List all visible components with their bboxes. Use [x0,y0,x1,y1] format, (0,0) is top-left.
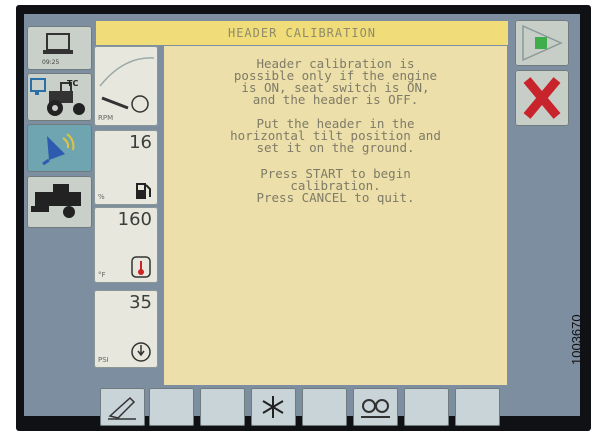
play-triangle-icon [522,24,563,62]
combine-icon [31,184,81,218]
coolant-temp-gauge: 160 °F [94,207,158,283]
figure-reference-id: 1003670 [569,314,584,365]
rpm-unit: RPM [98,114,114,122]
header-tilt-icon [108,396,136,420]
oil-pressure-icon [131,342,151,362]
engine-rpm-gauge: RPM [94,46,158,126]
x-icon [523,77,561,119]
tc-label: TC [67,79,79,88]
combine-header-button[interactable] [27,176,92,228]
softkey-4-asterisk[interactable] [251,388,296,426]
satellite-dish-icon [42,133,75,166]
start-button[interactable] [515,20,569,66]
softkey-bar [96,386,516,430]
wheels-icon [361,399,390,418]
softkey-3[interactable] [200,388,245,426]
message-paragraph-1: Header calibration is possible only if t… [233,56,438,107]
fuel-pump-icon [136,183,151,199]
asterisk-icon [262,396,284,418]
coolant-unit: °F [98,271,106,279]
message-paragraph-2: Put the header in the horizontal tilt po… [230,116,441,155]
oil-pressure-value: 35 [129,292,152,313]
gps-button[interactable] [27,124,92,172]
tractor-tc-button[interactable]: TC [27,73,92,121]
tractor-icon [30,78,85,116]
clock-time: 09:25 [42,59,60,66]
softkey-7[interactable] [404,388,449,426]
softkey-6-wheels[interactable] [353,388,398,426]
cancel-button[interactable] [515,70,569,126]
fuel-value: 16 [129,132,152,153]
softkey-8[interactable] [455,388,500,426]
oil-pressure-unit: PSI [98,356,109,364]
softkey-2[interactable] [149,388,194,426]
softkey-5[interactable] [302,388,347,426]
coolant-value: 160 [117,209,152,230]
fuel-gauge: 16 % [94,130,158,205]
coolant-temperature-icon [131,256,151,278]
message-panel: Header calibration is possible only if t… [164,46,507,385]
softkey-1-header-tilt[interactable] [100,388,145,426]
monitor-icon [43,33,73,54]
oil-pressure-gauge: 35 PSI [94,290,158,368]
display-settings-button[interactable]: 09:25 [27,26,92,70]
page-title: HEADER CALIBRATION [96,21,508,45]
message-paragraph-3: Press START to begin calibration. Press … [256,166,415,205]
fuel-unit: % [98,193,105,201]
